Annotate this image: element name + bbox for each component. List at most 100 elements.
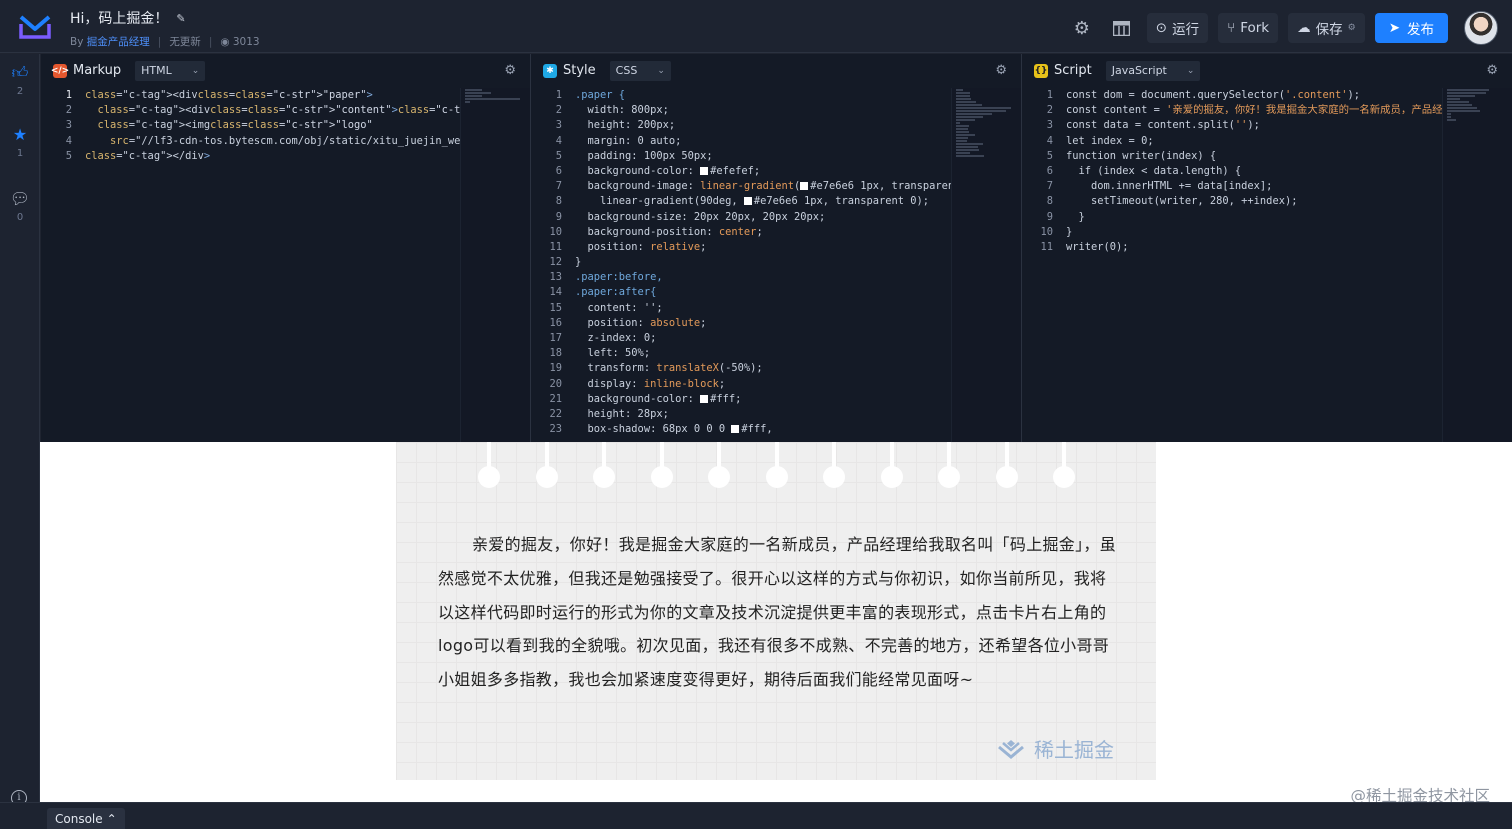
code-line[interactable]: 22 height: 28px; [531,407,951,422]
code-line[interactable]: 14 .paper:after{ [531,285,951,300]
code-line[interactable]: 11 writer(0); [1022,240,1442,255]
minimap-line [956,152,970,154]
code-line[interactable]: 2 width: 800px; [531,103,951,118]
script-code-editor[interactable]: 1 const dom = document.querySelector('.co… [1022,88,1442,442]
like-action[interactable]: 👍︎ 2 [0,64,40,98]
header-actions: ⚙ ⊙ 运行 ⑂ Fork ☁ 保存 ⚙ ➤ 发布 [1067,11,1498,45]
line-number: 16 [549,316,562,329]
settings-gear-icon[interactable]: ⚙ [1067,13,1097,43]
code-line[interactable]: 15 content: ''; [531,301,951,316]
line-text: class="c-tag"><div [85,89,198,101]
code-line[interactable]: 8 setTimeout(writer, 280, ++index); [1022,194,1442,209]
code-line[interactable]: 3 class="c-tag"><img class = class ="c-str"… [41,118,460,133]
code-line[interactable]: 5 padding: 100px 50px; [531,149,951,164]
code-line[interactable]: 9 background-size: 20px 20px, 20px 20px; [531,210,951,225]
line-number: 5 [1046,149,1053,162]
paper-ring [535,442,558,488]
line-number: 10 [1040,225,1053,238]
code-line[interactable]: 2 class="c-tag"><div class = class ="c-str"… [41,103,523,118]
edit-pencil-icon[interactable]: ✎ [176,12,185,25]
line-text: const content = '亲爱的掘友，你好！我是掘金大家庭的一名新成员，… [1066,104,1443,117]
line-text: box-shadow: 68px 0 0 0 #fff, [575,423,773,436]
code-line[interactable]: 13 .paper:before, [531,270,951,285]
markup-settings-gear-icon[interactable]: ⚙ [504,63,516,78]
script-pane: {} Script JavaScript ⌄ ⚙ 1 const dom = do… [1022,54,1512,442]
code-line[interactable]: 8 linear-gradient(90deg, #e7e6e6 1px, tr… [531,194,951,209]
code-line[interactable]: 4 src="//lf3-cdn-tos.bytescm.com/obj/sta… [41,134,467,149]
run-label: 运行 [1172,22,1200,38]
comment-action[interactable]: 💬︎ 0 [0,190,40,224]
code-line[interactable]: 6 background-color: #efefef; [531,164,951,179]
code-line[interactable]: 1 class="c-tag"><div class = class ="c-str">… [41,88,460,103]
save-settings-icon[interactable]: ⚙ [1348,23,1356,33]
style-code-editor[interactable]: 1 .paper {2 width: 800px; 3 height: 200px;… [531,88,961,442]
paper-ring [823,442,845,488]
code-line[interactable]: 17 z-index: 0; [531,331,951,346]
script-minimap[interactable] [1442,88,1512,442]
like-count: 2 [16,86,24,97]
save-button[interactable]: ☁ 保存 ⚙ [1288,13,1365,43]
code-line[interactable]: 12} [531,255,951,270]
markup-minimap[interactable] [460,88,530,442]
line-text: background-image: linear-gradient(#e7e6e… [575,180,961,193]
code-line[interactable]: 10 background-position: center; [531,225,951,240]
style-minimap[interactable] [951,88,1021,442]
minimap-line [465,98,520,100]
code-line[interactable]: 18 left: 50%; [531,346,951,361]
run-button[interactable]: ⊙ 运行 [1146,13,1209,43]
code-line[interactable]: 19 transform: translateX(-50%); [531,361,951,376]
minimap-line [465,92,492,94]
code-line[interactable]: 21 background-color: #fff; [531,392,951,407]
line-number: 1 [1046,89,1053,101]
code-line[interactable]: 10} [1022,225,1442,240]
code-line[interactable]: 7 background-image: linear-gradient(#e7e… [531,179,961,194]
bottom-bar: Console ⌃ [0,802,1512,829]
code-line[interactable]: 20 display: inline-block; [531,377,951,392]
views-value: 3013 [232,35,260,48]
code-line[interactable]: 1 .paper { [531,88,951,103]
code-line[interactable]: 11 position: relative; [531,240,951,255]
star-action[interactable]: ★ 1 [0,126,40,160]
line-number: 9 [1046,210,1053,223]
markup-lang-select[interactable]: HTML ⌄ [135,60,206,81]
code-line[interactable]: 7 dom.innerHTML += data[index]; [1022,179,1442,194]
code-line[interactable]: 9 } [1022,210,1442,225]
style-settings-gear-icon[interactable]: ⚙ [995,63,1007,78]
line-number: 2 [1046,104,1053,117]
code-line[interactable]: 5 class="c-tag"></div > [41,149,460,164]
user-avatar[interactable] [1464,11,1498,45]
line-number: 3 [1046,119,1053,132]
minimap-line [956,92,970,94]
code-line[interactable]: 3 const data = content.split(''); [1022,118,1442,133]
line-text: height: 28px; [575,407,669,420]
js-icon: {} [1034,63,1048,78]
line-number: 12 [549,256,562,269]
script-settings-gear-icon[interactable]: ⚙ [1486,63,1498,78]
fork-button[interactable]: ⑂ Fork [1218,13,1279,43]
juejin-card-logo[interactable]: 稀土掘金 [996,734,1114,763]
minimap-line [956,101,976,103]
line-number: 6 [555,164,562,177]
line-text: background-size: 20px 20px, 20px 20px; [575,210,826,223]
layout-icon[interactable] [1107,13,1137,43]
project-title[interactable]: Hi，码上掘金！ ✎ [70,8,260,28]
script-lang-select[interactable]: JavaScript ⌄ [1105,60,1201,81]
code-line[interactable]: 6 if (index < data.length) { [1022,164,1442,179]
line-number: 5 [65,149,72,162]
line-text: } [575,256,582,269]
code-line[interactable]: 2 const content = '亲爱的掘友，你好！我是掘金大家庭的一名新成员… [1022,103,1443,118]
code-line[interactable]: 23 box-shadow: 68px 0 0 0 #fff, [531,422,951,437]
code-line[interactable]: 16 position: absolute; [531,316,951,331]
author-link[interactable]: 掘金产品经理 [87,36,150,48]
code-line[interactable]: 4 let index = 0; [1022,134,1442,149]
console-toggle-button[interactable]: Console ⌃ [47,808,125,829]
code-line[interactable]: 3 height: 200px; [531,118,951,133]
juejin-logo-icon[interactable] [18,11,52,41]
code-line[interactable]: 1 const dom = document.querySelector('.co… [1022,88,1442,103]
publish-button[interactable]: ➤ 发布 [1374,13,1448,43]
line-number: 7 [1046,180,1053,193]
code-line[interactable]: 4 margin: 0 auto; [531,134,951,149]
style-lang-select[interactable]: CSS ⌄ [609,60,671,81]
code-line[interactable]: 5 function writer(index) { [1022,149,1442,164]
markup-code-editor[interactable]: 1 class="c-tag"><div class = class ="c-str">… [41,88,523,442]
